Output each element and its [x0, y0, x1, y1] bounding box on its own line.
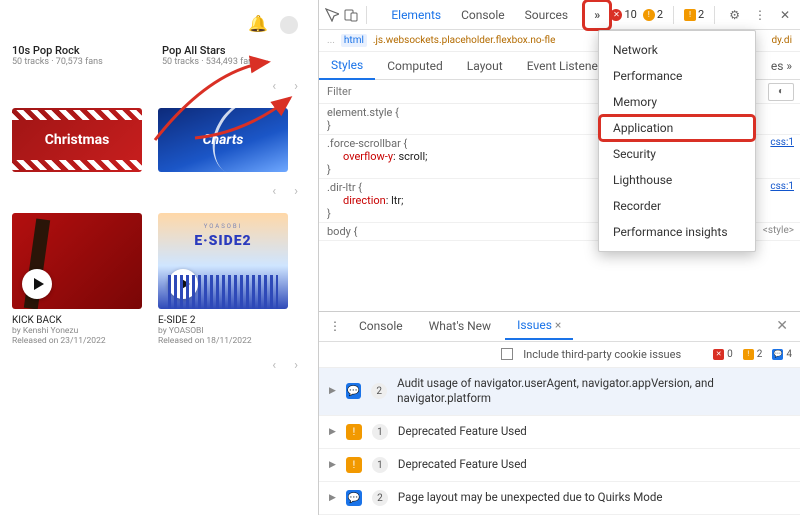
- issue-badge-icon: !: [346, 457, 362, 473]
- tabs-overflow-button[interactable]: »: [588, 5, 606, 25]
- issue-row[interactable]: ▶ 💬 2 Page layout may be unexpected due to …: [319, 482, 800, 515]
- issue-text: Deprecated Feature Used: [398, 457, 527, 473]
- prev-icon[interactable]: ‹: [272, 184, 276, 199]
- issues-red-count[interactable]: ✕0: [713, 349, 733, 360]
- error-count[interactable]: ✕10: [610, 8, 636, 21]
- prev-icon[interactable]: ‹: [272, 79, 276, 94]
- album-title: KICK BACK: [12, 315, 142, 326]
- issue-row[interactable]: ▶! 1 Deprecated Feature Used: [319, 416, 800, 449]
- drawer-close-icon[interactable]: ✕: [770, 318, 794, 334]
- overflow-item-security[interactable]: Security: [599, 141, 755, 167]
- devtools-pane: Elements Console Sources » ✕10 !2 !2 ⚙ ⋮…: [318, 0, 800, 515]
- next-icon[interactable]: ›: [294, 184, 298, 199]
- collection-sub: 50 tracks · 534,493 fans: [162, 57, 282, 67]
- tab-elements[interactable]: Elements: [381, 2, 451, 28]
- issue-row[interactable]: ▶ 💬 2 Audit usage of navigator.userAgent, n…: [319, 368, 800, 416]
- drawer-kebab-icon[interactable]: ⋮: [325, 319, 345, 333]
- drawer-tab-console[interactable]: Console: [347, 313, 415, 339]
- tab-styles[interactable]: Styles: [319, 52, 375, 80]
- next-icon[interactable]: ›: [294, 358, 298, 373]
- avatar[interactable]: [280, 16, 298, 34]
- card-charts[interactable]: Charts: [158, 108, 288, 172]
- issues-count[interactable]: !2: [684, 8, 704, 21]
- card-christmas[interactable]: Christmas: [12, 108, 142, 172]
- issue-text: Audit usage of navigator.userAgent, navi…: [397, 376, 790, 407]
- collection-item[interactable]: Pop All Stars 50 tracks · 534,493 fans: [162, 44, 282, 67]
- devtools-topbar: Elements Console Sources » ✕10 !2 !2 ⚙ ⋮…: [319, 0, 800, 30]
- tab-layout[interactable]: Layout: [455, 53, 515, 79]
- tabs-overflow-menu: NetworkPerformanceMemoryApplicationSecur…: [598, 30, 756, 252]
- drawer-tab-whatsnew[interactable]: What's New: [417, 313, 503, 339]
- tab-computed[interactable]: Computed: [375, 53, 455, 79]
- disclosure-triangle-icon[interactable]: ▶: [329, 386, 336, 396]
- cover-brand: YOASOBI: [158, 223, 288, 230]
- include-3p-label: Include third-party cookie issues: [523, 348, 681, 361]
- issue-count: 1: [372, 457, 388, 473]
- play-button[interactable]: [168, 269, 198, 299]
- close-icon[interactable]: ✕: [776, 8, 794, 22]
- overflow-item-application[interactable]: Application: [599, 115, 755, 141]
- album-artist: by YOASOBI: [158, 326, 288, 336]
- collection-item[interactable]: 10s Pop Rock 50 tracks · 70,573 fans: [12, 44, 132, 67]
- disclosure-triangle-icon[interactable]: ▶: [329, 460, 336, 470]
- overflow-item-recorder[interactable]: Recorder: [599, 193, 755, 219]
- overflow-item-memory[interactable]: Memory: [599, 89, 755, 115]
- gear-icon[interactable]: ⚙: [725, 8, 744, 22]
- issues-yellow-count[interactable]: !2: [743, 349, 763, 360]
- issue-row[interactable]: ▶! 1 Deprecated Feature Used: [319, 449, 800, 482]
- play-button[interactable]: [22, 269, 52, 299]
- inspect-icon[interactable]: [325, 7, 340, 23]
- hov-toggle[interactable]: ◐: [768, 83, 794, 101]
- tab-console[interactable]: Console: [451, 2, 515, 28]
- tab-sources[interactable]: Sources: [515, 2, 578, 28]
- kebab-icon[interactable]: ⋮: [750, 8, 770, 22]
- music-app-pane: 🔔 10s Pop Rock 50 tracks · 70,573 fans P…: [0, 0, 318, 515]
- album-title: E-SIDE 2: [158, 315, 288, 326]
- card-label: Christmas: [45, 132, 110, 148]
- devtools-drawer: ⋮ Console What's New Issues × ✕ Include …: [319, 311, 800, 515]
- disclosure-triangle-icon[interactable]: ▶: [329, 493, 336, 503]
- issue-count: 2: [372, 490, 388, 506]
- prev-icon[interactable]: ‹: [272, 358, 276, 373]
- issue-count: 1: [372, 424, 388, 440]
- collection-title: 10s Pop Rock: [12, 44, 132, 57]
- issue-text: Deprecated Feature Used: [398, 424, 527, 440]
- breadcrumb-selected: html: [341, 34, 367, 47]
- issue-badge-icon: 💬: [346, 383, 361, 399]
- warning-count[interactable]: !2: [643, 8, 663, 21]
- disclosure-triangle-icon[interactable]: ▶: [329, 427, 336, 437]
- overflow-item-network[interactable]: Network: [599, 37, 755, 63]
- album-kickback[interactable]: KICK BACK by Kenshi Yonezu Released on 2…: [12, 213, 142, 346]
- overflow-item-performance-insights[interactable]: Performance insights: [599, 219, 755, 245]
- include-3p-checkbox[interactable]: [501, 348, 513, 360]
- overflow-item-performance[interactable]: Performance: [599, 63, 755, 89]
- overflow-item-lighthouse[interactable]: Lighthouse: [599, 167, 755, 193]
- next-icon[interactable]: ›: [294, 79, 298, 94]
- device-icon[interactable]: [344, 7, 359, 23]
- drawer-tab-issues[interactable]: Issues ×: [505, 312, 573, 340]
- issue-text: Page layout may be unexpected due to Qui…: [398, 490, 663, 506]
- issue-badge-icon: !: [346, 424, 362, 440]
- album-eside[interactable]: YOASOBI E·SIDE2 E-SIDE 2 by YOASOBI Rele…: [158, 213, 288, 346]
- collection-sub: 50 tracks · 70,573 fans: [12, 57, 132, 67]
- collection-title: Pop All Stars: [162, 44, 282, 57]
- bell-icon[interactable]: 🔔: [248, 14, 268, 33]
- issues-blue-count[interactable]: 💬4: [772, 349, 792, 360]
- issue-count: 2: [371, 383, 387, 399]
- chevron-right-icon[interactable]: »: [786, 59, 792, 73]
- card-label: Charts: [203, 132, 244, 148]
- album-artist: by Kenshi Yonezu: [12, 326, 142, 336]
- close-tab-icon[interactable]: ×: [555, 318, 561, 332]
- cover-title: E·SIDE2: [158, 233, 288, 249]
- album-date: Released on 23/11/2022: [12, 336, 142, 346]
- issue-badge-icon: 💬: [346, 490, 362, 506]
- album-date: Released on 18/11/2022: [158, 336, 288, 346]
